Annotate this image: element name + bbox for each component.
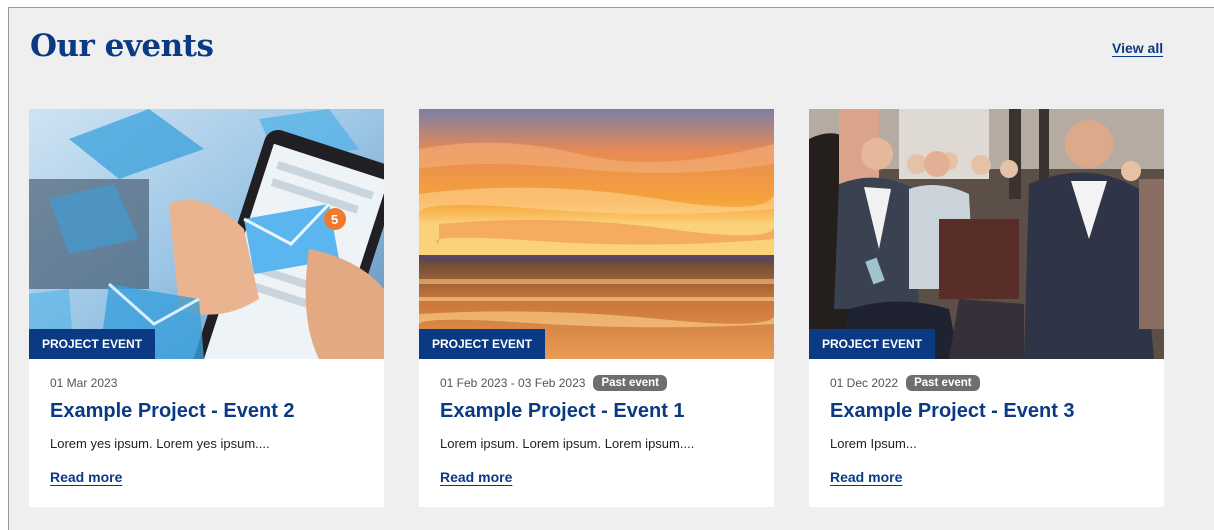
past-event-badge: Past event — [906, 375, 980, 391]
svg-text:5: 5 — [331, 212, 338, 227]
event-card[interactable]: 5 PROJECT EVENT 01 Mar 2023 Example Proj… — [29, 109, 384, 507]
event-tag: PROJECT EVENT — [419, 329, 546, 359]
event-title[interactable]: Example Project - Event 1 — [440, 400, 685, 423]
read-more-link[interactable]: Read more — [50, 469, 122, 485]
sunset-sea-image — [419, 109, 774, 359]
read-more-link[interactable]: Read more — [440, 469, 512, 485]
past-event-badge: Past event — [593, 375, 667, 391]
event-image[interactable]: 5 PROJECT EVENT — [29, 109, 384, 359]
section-title: Our events — [30, 28, 214, 64]
event-image[interactable]: PROJECT EVENT — [419, 109, 774, 359]
event-date: 01 Mar 2023 — [50, 376, 118, 390]
email-phone-image: 5 — [29, 109, 384, 359]
event-meta: 01 Dec 2022 Past event — [830, 373, 980, 393]
event-date: 01 Dec 2022 — [830, 376, 899, 390]
event-meta: 01 Mar 2023 — [50, 373, 117, 393]
event-excerpt: Lorem yes ipsum. Lorem yes ipsum.... — [50, 436, 270, 451]
event-card[interactable]: PROJECT EVENT 01 Feb 2023 - 03 Feb 2023 … — [419, 109, 774, 507]
event-tag: PROJECT EVENT — [809, 329, 936, 359]
event-date: 01 Feb 2023 - 03 Feb 2023 — [440, 376, 586, 390]
event-title[interactable]: Example Project - Event 2 — [50, 400, 295, 423]
event-card[interactable]: PROJECT EVENT 01 Dec 2022 Past event Exa… — [809, 109, 1164, 507]
event-excerpt: Lorem ipsum. Lorem ipsum. Lorem ipsum...… — [440, 436, 695, 451]
read-more-link[interactable]: Read more — [830, 469, 902, 485]
events-section: Our events View all 5 PROJECT EVENT 01 M… — [8, 7, 1214, 530]
view-all-link[interactable]: View all — [1112, 40, 1163, 56]
event-title[interactable]: Example Project - Event 3 — [830, 400, 1075, 423]
event-excerpt: Lorem Ipsum... — [830, 436, 917, 451]
conference-audience-image — [809, 109, 1164, 359]
event-tag: PROJECT EVENT — [29, 329, 156, 359]
event-image[interactable]: PROJECT EVENT — [809, 109, 1164, 359]
event-meta: 01 Feb 2023 - 03 Feb 2023 Past event — [440, 373, 667, 393]
